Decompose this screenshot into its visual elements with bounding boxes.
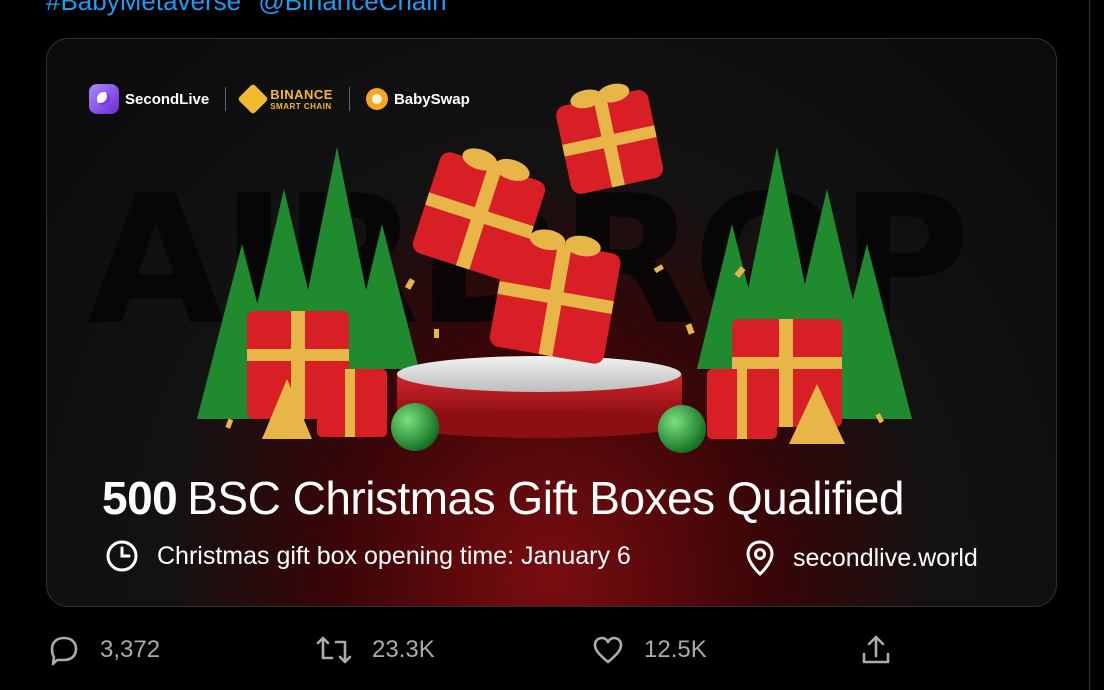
right-gift-boxes [658,319,845,453]
binance-smart-chain-logo: BINANCE SMART CHAIN [237,83,333,115]
binance-name: BINANCE [270,86,333,102]
reply-count: 3,372 [100,636,161,663]
podium [397,356,682,438]
opening-time-text: Christmas gift box opening time: January… [157,541,631,570]
column-divider [1089,0,1090,690]
binance-icon [237,83,269,115]
babyswap-logo: BabySwap [365,88,470,110]
secondlive-icon [89,84,119,114]
hashtag-link[interactable]: #BabyMetaverse [46,0,241,16]
clock-icon [106,540,138,572]
flying-gift-boxes [412,83,664,364]
share-icon [862,635,890,664]
tweet-hashtags: #BabyMetaverse @BinanceChain [46,0,457,17]
tweet-media-card[interactable]: AIRDROP [46,38,1057,607]
babyswap-icon [365,88,388,110]
partner-logos: SecondLive BINANCE SMART CHAIN BabySwap [89,83,470,115]
like-count: 12.5K [644,636,707,663]
logo-divider [348,87,350,111]
tweet-action-bar: 3,372 23.3K 12.5K [46,632,906,676]
opening-time-info: Christmas gift box opening time: January… [105,539,631,573]
website-info: secondlive.world [745,539,978,577]
location-pin-icon [746,540,774,577]
secondlive-logo: SecondLive [89,84,209,114]
card-info-row: Christmas gift box opening time: January… [105,539,1005,579]
binance-subtitle: SMART CHAIN [270,101,332,111]
babyswap-name: BabySwap [393,90,470,108]
reply-button[interactable]: 3,372 [46,632,160,668]
card-headline: 500 BSC Christmas Gift Boxes Qualified [102,471,904,525]
like-icon [593,636,623,664]
retweet-button[interactable]: 23.3K [314,632,435,668]
share-button[interactable] [858,632,894,668]
mention-link[interactable]: @BinanceChain [258,0,446,16]
logo-divider [225,87,227,111]
secondlive-name: SecondLive [125,90,210,108]
retweet-count: 23.3K [372,636,435,663]
website-text: secondlive.world [793,543,978,572]
reply-icon [50,636,78,666]
headline-number: 500 [102,472,178,524]
like-button[interactable]: 12.5K [590,632,707,668]
headline-text: BSC Christmas Gift Boxes Qualified [187,472,904,524]
retweet-icon [316,636,352,664]
